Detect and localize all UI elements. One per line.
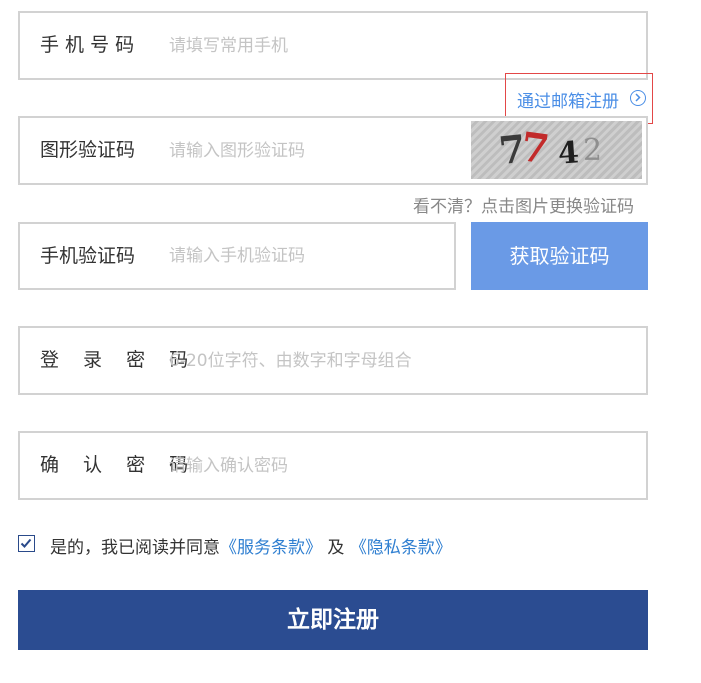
phone-input[interactable] [169, 13, 629, 78]
confirm-password-input[interactable] [169, 433, 629, 498]
register-submit-button[interactable]: 立即注册 [18, 590, 648, 650]
captcha-char-4: 2 [583, 133, 603, 168]
confirm-password-field-row: 确 认 密 码 [18, 431, 648, 500]
checkmark-icon [20, 538, 32, 548]
captcha-refresh-hint[interactable]: 看不清？点击图片更换验证码 [413, 192, 634, 217]
captcha-label: 图形验证码 [40, 139, 136, 161]
email-register-label: 通过邮箱注册 [517, 92, 619, 112]
password-input[interactable] [169, 328, 629, 393]
captcha-char-2: 7 [517, 123, 552, 174]
privacy-policy-link[interactable]: 《隐私条款》 [350, 538, 452, 558]
phone-field-row: 手 机 号 码 [18, 11, 648, 80]
agreement-prefix: 是的，我已阅读并同意 [50, 538, 220, 558]
captcha-char-3: 4 [556, 135, 581, 172]
sms-code-input[interactable] [169, 224, 439, 288]
agreement-and: 及 [322, 538, 350, 558]
get-sms-code-button[interactable]: 获取验证码 [471, 222, 648, 290]
captcha-input[interactable] [169, 118, 459, 183]
agreement-checkbox[interactable] [18, 535, 35, 552]
agreement-text: 是的，我已阅读并同意《服务条款》 及 《隐私条款》 [50, 533, 452, 558]
terms-of-service-link[interactable]: 《服务条款》 [220, 538, 322, 558]
sms-code-label: 手机验证码 [40, 245, 136, 267]
captcha-image[interactable]: 7 7 4 2 [471, 121, 642, 179]
chevron-right-circle-icon [630, 90, 646, 106]
password-field-row: 登 录 密 码 [18, 326, 648, 395]
sms-code-field-row: 手机验证码 [18, 222, 456, 290]
phone-label: 手 机 号 码 [40, 34, 135, 56]
